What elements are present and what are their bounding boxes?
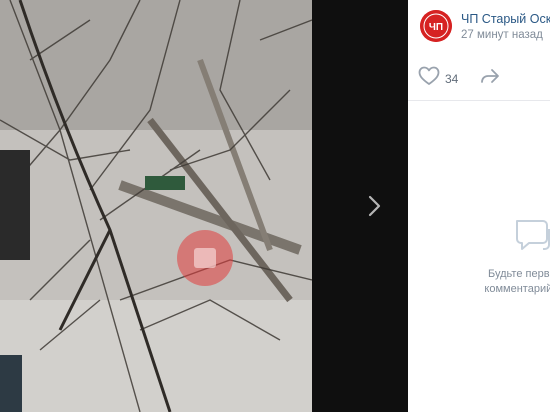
post-photo[interactable] — [0, 0, 312, 412]
like-button[interactable]: 34 — [418, 66, 458, 91]
share-button[interactable] — [480, 68, 500, 89]
empty-comments-text: Будьте первым, к комментарий к это — [452, 267, 550, 297]
photo-image — [0, 0, 312, 412]
like-count: 34 — [445, 71, 459, 86]
chevron-right-icon[interactable] — [360, 190, 388, 222]
group-avatar[interactable]: ЧП — [420, 10, 452, 42]
avatar-text: ЧП — [429, 22, 443, 33]
heart-icon — [418, 66, 440, 91]
group-name-link[interactable]: ЧП Старый Оскол — [461, 12, 550, 26]
group-logo: ЧП — [420, 10, 452, 42]
post-header: ЧП ЧП Старый Оскол 27 минут назад — [408, 0, 550, 56]
empty-comments-line2: комментарий к это — [484, 283, 550, 295]
comment-bubble-icon — [513, 215, 550, 260]
share-arrow-icon — [480, 69, 500, 88]
empty-comments-line1: Будьте первым, к — [488, 268, 550, 280]
post-time[interactable]: 27 минут назад — [461, 29, 543, 41]
post-actions: 34 — [408, 56, 550, 101]
photo-viewer: ЧП ЧП Старый Оскол 27 минут назад 34 — [0, 0, 550, 412]
post-sidebar: ЧП ЧП Старый Оскол 27 минут назад 34 — [408, 0, 550, 412]
